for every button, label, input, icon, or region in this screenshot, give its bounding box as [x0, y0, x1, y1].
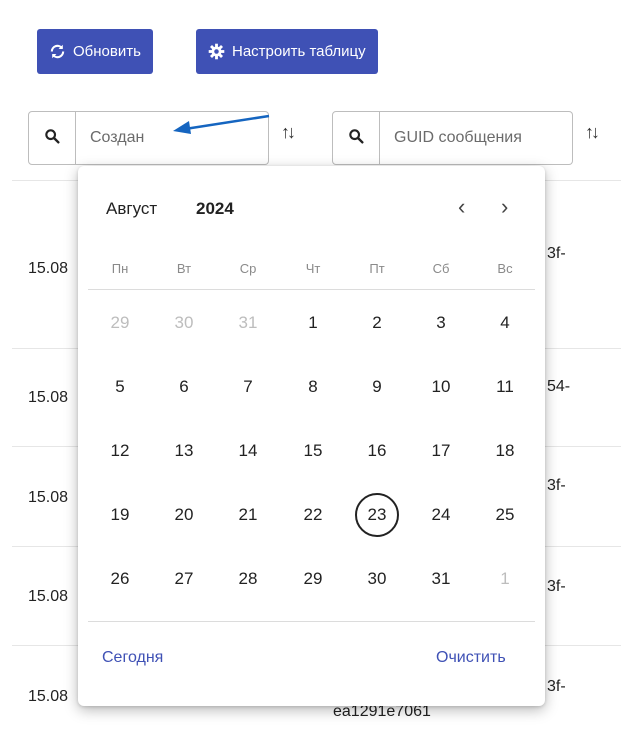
- table-cell-date: 15.08: [28, 688, 69, 705]
- table-cell-date: 15.08: [28, 489, 69, 506]
- weekday-label: Вт: [176, 261, 192, 276]
- calendar-day[interactable]: 9: [355, 365, 399, 409]
- calendar-day[interactable]: 2: [355, 301, 399, 345]
- chevron-left-icon[interactable]: ‹: [458, 194, 465, 220]
- weekday-label: Вс: [497, 261, 513, 276]
- calendar-divider: [88, 621, 535, 622]
- calendar-day[interactable]: 8: [291, 365, 335, 409]
- chevron-right-icon[interactable]: ›: [501, 194, 508, 220]
- guid-sort-icon[interactable]: ↑↓: [585, 122, 600, 143]
- calendar-day[interactable]: 20: [162, 493, 206, 537]
- guid-filter-input[interactable]: GUID сообщения: [380, 111, 573, 165]
- created-filter-value: Создан: [90, 129, 145, 146]
- calendar-day[interactable]: 22: [291, 493, 335, 537]
- calendar-day[interactable]: 3: [419, 301, 463, 345]
- calendar-day[interactable]: 29: [98, 301, 142, 345]
- calendar-day[interactable]: 21: [226, 493, 270, 537]
- table-cell-guid: 54-: [547, 378, 571, 395]
- table-cell-date: 15.08: [28, 588, 69, 605]
- calendar-day[interactable]: 10: [419, 365, 463, 409]
- calendar-day[interactable]: 12: [98, 429, 142, 473]
- table-cell-date: 15.08: [28, 389, 69, 406]
- calendar-day[interactable]: 31: [419, 557, 463, 601]
- calendar-month[interactable]: Август: [106, 199, 157, 219]
- calendar-day[interactable]: 14: [226, 429, 270, 473]
- table-cell-guid: 3f-: [547, 245, 566, 262]
- search-icon: [348, 128, 364, 149]
- weekday-label: Чт: [305, 261, 321, 276]
- guid-search-button[interactable]: [332, 111, 380, 165]
- calendar-day[interactable]: 1: [483, 557, 527, 601]
- table-cell-guid: 3f-: [547, 678, 566, 695]
- date-picker-popup: Август 2024 ‹ › Пн Вт Ср Чт Пт Сб Вс 29 3…: [78, 166, 545, 706]
- calendar-day[interactable]: 23: [355, 493, 399, 537]
- gear-icon: [208, 43, 225, 60]
- table-cell-guid: 3f-: [547, 578, 566, 595]
- calendar-day[interactable]: 26: [98, 557, 142, 601]
- calendar-day[interactable]: 18: [483, 429, 527, 473]
- calendar-day[interactable]: 4: [483, 301, 527, 345]
- refresh-button[interactable]: Обновить: [37, 29, 153, 74]
- calendar-day[interactable]: 7: [226, 365, 270, 409]
- calendar-day[interactable]: 24: [419, 493, 463, 537]
- calendar-day[interactable]: 11: [483, 365, 527, 409]
- refresh-icon: [49, 43, 66, 60]
- calendar-day[interactable]: 31: [226, 301, 270, 345]
- weekday-label: Сб: [432, 261, 450, 276]
- configure-table-button[interactable]: Настроить таблицу: [196, 29, 378, 74]
- calendar-day[interactable]: 13: [162, 429, 206, 473]
- calendar-day[interactable]: 15: [291, 429, 335, 473]
- calendar-day[interactable]: 25: [483, 493, 527, 537]
- calendar-day[interactable]: 6: [162, 365, 206, 409]
- today-button[interactable]: Сегодня: [102, 649, 163, 667]
- search-icon: [44, 128, 60, 149]
- annotation-arrow-icon: [173, 114, 270, 134]
- table-cell-guid: 3f-: [547, 477, 566, 494]
- refresh-button-label: Обновить: [73, 43, 141, 60]
- guid-filter-value: GUID сообщения: [394, 129, 522, 146]
- table-cell-date: 15.08: [28, 260, 69, 277]
- calendar-day[interactable]: 30: [162, 301, 206, 345]
- calendar-year[interactable]: 2024: [196, 199, 234, 219]
- calendar-day[interactable]: 28: [226, 557, 270, 601]
- calendar-day[interactable]: 19: [98, 493, 142, 537]
- calendar-day[interactable]: 5: [98, 365, 142, 409]
- weekday-label: Пн: [111, 261, 129, 276]
- created-sort-icon[interactable]: ↑↓: [281, 122, 296, 143]
- calendar-day[interactable]: 27: [162, 557, 206, 601]
- calendar-day[interactable]: 17: [419, 429, 463, 473]
- calendar-divider: [88, 289, 535, 290]
- configure-table-button-label: Настроить таблицу: [232, 43, 366, 60]
- created-search-button[interactable]: [28, 111, 76, 165]
- calendar-day[interactable]: 1: [291, 301, 335, 345]
- weekday-label: Пт: [369, 261, 385, 276]
- calendar-day[interactable]: 29: [291, 557, 335, 601]
- weekday-label: Ср: [239, 261, 257, 276]
- calendar-day[interactable]: 16: [355, 429, 399, 473]
- calendar-day[interactable]: 30: [355, 557, 399, 601]
- clear-button[interactable]: Очистить: [436, 649, 506, 667]
